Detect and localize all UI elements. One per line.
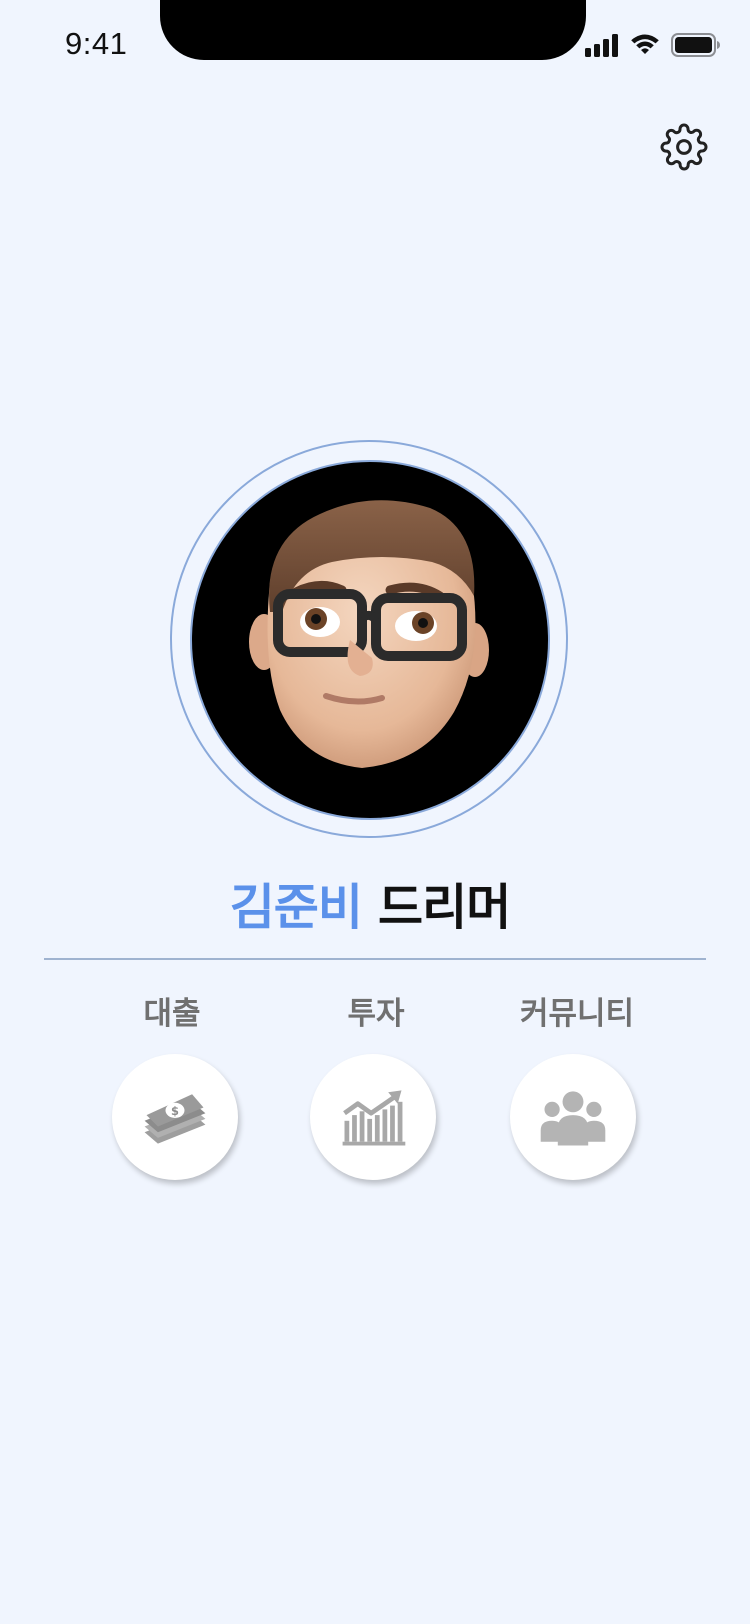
loan-button[interactable]: $ — [112, 1054, 238, 1180]
battery-icon — [671, 33, 720, 57]
memoji-avatar-image — [249, 500, 489, 768]
svg-text:$: $ — [171, 1104, 179, 1118]
profile-name: 김준비 드리머 — [0, 868, 740, 939]
user-title: 드리머 — [378, 879, 511, 936]
money-stack-icon: $ — [144, 1094, 206, 1144]
cellular-signal-icon — [585, 34, 618, 57]
people-group-icon — [540, 1091, 606, 1146]
device-notch — [160, 0, 586, 60]
wifi-icon — [631, 34, 659, 54]
invest-button[interactable] — [310, 1054, 436, 1180]
divider — [44, 958, 706, 960]
user-name: 김준비 — [229, 879, 363, 936]
community-button[interactable] — [510, 1054, 636, 1180]
status-time: 9:41 — [65, 26, 128, 61]
menu-label-community: 커뮤니티 — [519, 996, 635, 1032]
menu-label-loan: 대출 — [143, 996, 201, 1032]
menu-label-invest: 투자 — [347, 996, 405, 1032]
gear-icon[interactable] — [660, 123, 708, 171]
investment-chart-icon — [342, 1090, 406, 1146]
avatar[interactable] — [190, 460, 550, 820]
